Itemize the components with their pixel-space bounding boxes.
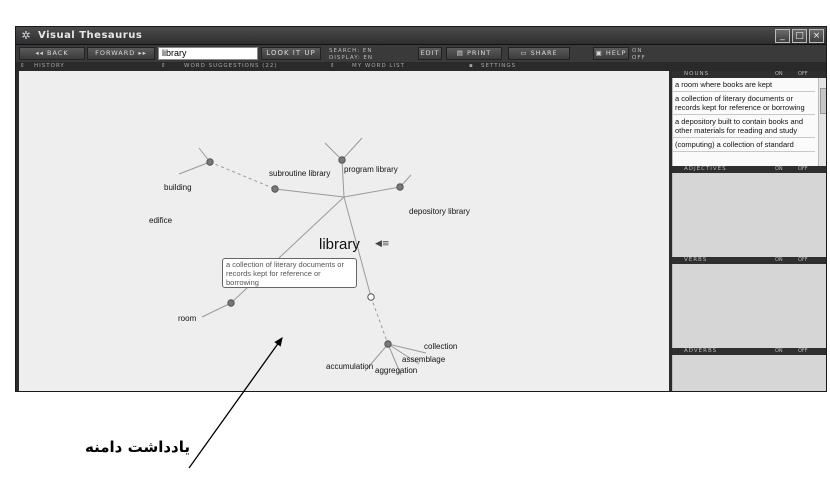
- annotation-caption: یادداشت دامنه: [85, 438, 190, 456]
- annotation-arrow: [188, 336, 283, 469]
